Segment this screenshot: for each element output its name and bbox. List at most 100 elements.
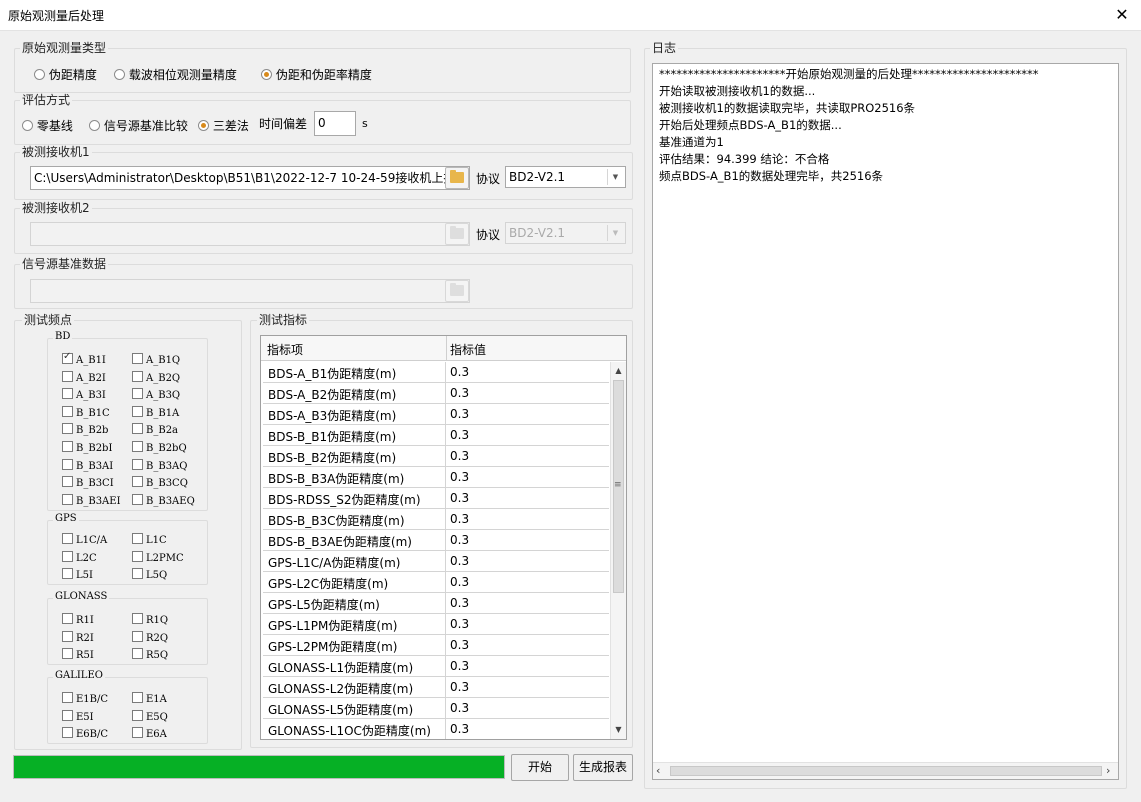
freq-checkbox-b-b3aei[interactable]: B_B3AEI (62, 493, 121, 507)
indicator-value-cell[interactable]: 0.3 (450, 575, 469, 589)
freq-checkbox-b-b2b[interactable]: B_B2b (62, 422, 108, 436)
freq-checkbox-e6b-c[interactable]: E6B/C (62, 726, 108, 740)
freq-checkbox-a-b2i[interactable]: A_B2I (62, 370, 106, 384)
freq-checkbox-r2q[interactable]: R2Q (132, 630, 168, 644)
receiver2-browse-button[interactable] (445, 223, 469, 245)
freq-checkbox-b-b3ci[interactable]: B_B3CI (62, 475, 114, 489)
generate-report-button[interactable]: 生成报表 (573, 754, 633, 781)
freq-checkbox-l5q[interactable]: L5Q (132, 567, 167, 581)
freq-checkbox-b-b3aq[interactable]: B_B3AQ (132, 458, 187, 472)
log-horizontal-scrollbar[interactable]: ‹ › (653, 762, 1118, 779)
table-row[interactable]: BDS-A_B1伪距精度(m) 0.3 (263, 362, 609, 383)
table-row[interactable]: BDS-B_B3C伪距精度(m) 0.3 (263, 509, 609, 530)
table-row[interactable]: GLONASS-L1伪距精度(m) 0.3 (263, 656, 609, 677)
receiver1-browse-button[interactable] (445, 167, 469, 189)
signal-ref-path-input[interactable] (30, 279, 470, 303)
freq-checkbox-l2c[interactable]: L2C (62, 550, 97, 564)
receiver1-protocol-select[interactable]: BD2-V2.1 ▼ (505, 166, 626, 188)
freq-checkbox-a-b3i[interactable]: A_B3I (62, 387, 106, 401)
indicator-value-cell[interactable]: 0.3 (450, 533, 469, 547)
table-row[interactable]: GPS-L1PM伪距精度(m) 0.3 (263, 614, 609, 635)
scroll-left-icon[interactable]: ‹ (656, 764, 660, 777)
indicator-value-cell[interactable]: 0.3 (450, 365, 469, 379)
freq-checkbox-l1c[interactable]: L1C (132, 532, 167, 546)
freq-checkbox-b-b1a[interactable]: B_B1A (132, 405, 179, 419)
radio-eval-triple-diff[interactable]: 三差法 (198, 117, 249, 134)
indicator-value-cell[interactable]: 0.3 (450, 701, 469, 715)
table-row[interactable]: BDS-A_B2伪距精度(m) 0.3 (263, 383, 609, 404)
signal-ref-browse-button[interactable] (445, 280, 469, 302)
table-row[interactable]: BDS-B_B2伪距精度(m) 0.3 (263, 446, 609, 467)
freq-checkbox-e1a[interactable]: E1A (132, 691, 167, 705)
indicator-value-cell[interactable]: 0.3 (450, 470, 469, 484)
radio-obs-carrier[interactable]: 载波相位观测量精度 (114, 66, 237, 83)
freq-checkbox-b-b1c[interactable]: B_B1C (62, 405, 110, 419)
freq-checkbox-r1q[interactable]: R1Q (132, 612, 168, 626)
log-textbox[interactable]: **********************开始原始观测量的后处理*******… (652, 63, 1119, 780)
freq-checkbox-a-b1i[interactable]: A_B1I (62, 351, 106, 366)
table-row[interactable]: GLONASS-L1OC伪距精度(m) 0.3 (263, 719, 609, 739)
freq-checkbox-b-b3aeq[interactable]: B_B3AEQ (132, 493, 195, 507)
freq-checkbox-e6a[interactable]: E6A (132, 726, 167, 740)
indicator-value-cell[interactable]: 0.3 (450, 407, 469, 421)
table-row[interactable]: GLONASS-L5伪距精度(m) 0.3 (263, 698, 609, 719)
freq-checkbox-e1b-c[interactable]: E1B/C (62, 691, 108, 705)
table-row[interactable]: BDS-B_B3AE伪距精度(m) 0.3 (263, 530, 609, 551)
grid-header-value[interactable]: 指标值 (450, 341, 486, 358)
time-offset-input[interactable]: 0 (314, 111, 356, 136)
indicator-value-cell[interactable]: 0.3 (450, 617, 469, 631)
table-row[interactable]: GLONASS-L2伪距精度(m) 0.3 (263, 677, 609, 698)
indicator-value-cell[interactable]: 0.3 (450, 491, 469, 505)
indicator-value-cell[interactable]: 0.3 (450, 722, 469, 736)
freq-checkbox-b-b2bi[interactable]: B_B2bI (62, 440, 112, 454)
grid-vertical-scrollbar[interactable]: ▲ ≡ ▼ (610, 362, 626, 739)
indicator-value-cell[interactable]: 0.3 (450, 638, 469, 652)
freq-checkbox-b-b2bq[interactable]: B_B2bQ (132, 440, 187, 454)
scroll-up-icon[interactable]: ▲ (611, 363, 626, 379)
radio-obs-pseudorange[interactable]: 伪距精度 (34, 66, 97, 83)
indicator-value-cell[interactable]: 0.3 (450, 449, 469, 463)
freq-checkbox-r1i[interactable]: R1I (62, 612, 94, 626)
table-row[interactable]: GPS-L1C/A伪距精度(m) 0.3 (263, 551, 609, 572)
freq-checkbox-b-b3ai[interactable]: B_B3AI (62, 458, 113, 472)
freq-checkbox-l1c-a[interactable]: L1C/A (62, 532, 107, 546)
freq-checkbox-l2pmc[interactable]: L2PMC (132, 550, 184, 564)
table-row[interactable]: GPS-L2C伪距精度(m) 0.3 (263, 572, 609, 593)
table-row[interactable]: GPS-L2PM伪距精度(m) 0.3 (263, 635, 609, 656)
receiver1-path-input[interactable]: C:\Users\Administrator\Desktop\B51\B1\20… (30, 166, 470, 190)
freq-checkbox-e5q[interactable]: E5Q (132, 709, 168, 723)
scroll-right-icon[interactable]: › (1106, 764, 1110, 777)
indicator-value-cell[interactable]: 0.3 (450, 554, 469, 568)
freq-checkbox-r5i[interactable]: R5I (62, 647, 94, 661)
indicator-value-cell[interactable]: 0.3 (450, 386, 469, 400)
indicator-value-cell[interactable]: 0.3 (450, 680, 469, 694)
freq-checkbox-r2i[interactable]: R2I (62, 630, 94, 644)
table-row[interactable]: BDS-B_B1伪距精度(m) 0.3 (263, 425, 609, 446)
freq-checkbox-a-b1q[interactable]: A_B1Q (132, 352, 180, 366)
table-row[interactable]: BDS-B_B3A伪距精度(m) 0.3 (263, 467, 609, 488)
indicator-value-cell[interactable]: 0.3 (450, 512, 469, 526)
freq-checkbox-l5i[interactable]: L5I (62, 567, 93, 581)
freq-checkbox-b-b3cq[interactable]: B_B3CQ (132, 475, 188, 489)
receiver2-protocol-select[interactable]: BD2-V2.1 ▼ (505, 222, 626, 244)
close-icon[interactable]: ✕ (1109, 2, 1135, 28)
start-button[interactable]: 开始 (511, 754, 569, 781)
scroll-down-icon[interactable]: ▼ (611, 722, 626, 738)
freq-checkbox-r5q[interactable]: R5Q (132, 647, 168, 661)
radio-eval-zero-baseline[interactable]: 零基线 (22, 117, 73, 134)
table-row[interactable]: BDS-A_B3伪距精度(m) 0.3 (263, 404, 609, 425)
radio-obs-pseudorange-rate[interactable]: 伪距和伪距率精度 (261, 66, 372, 83)
freq-checkbox-a-b3q[interactable]: A_B3Q (132, 387, 180, 401)
indicator-value-cell[interactable]: 0.3 (450, 428, 469, 442)
receiver2-path-input[interactable] (30, 222, 470, 246)
radio-eval-signal-ref[interactable]: 信号源基准比较 (89, 117, 188, 134)
freq-checkbox-a-b2q[interactable]: A_B2Q (132, 370, 180, 384)
scroll-thumb[interactable] (670, 766, 1102, 776)
freq-checkbox-e5i[interactable]: E5I (62, 709, 94, 723)
indicator-value-cell[interactable]: 0.3 (450, 596, 469, 610)
table-row[interactable]: GPS-L5伪距精度(m) 0.3 (263, 593, 609, 614)
table-row[interactable]: BDS-RDSS_S2伪距精度(m) 0.3 (263, 488, 609, 509)
grid-header-item[interactable]: 指标项 (267, 341, 303, 358)
indicator-value-cell[interactable]: 0.3 (450, 659, 469, 673)
freq-checkbox-b-b2a[interactable]: B_B2a (132, 422, 178, 436)
